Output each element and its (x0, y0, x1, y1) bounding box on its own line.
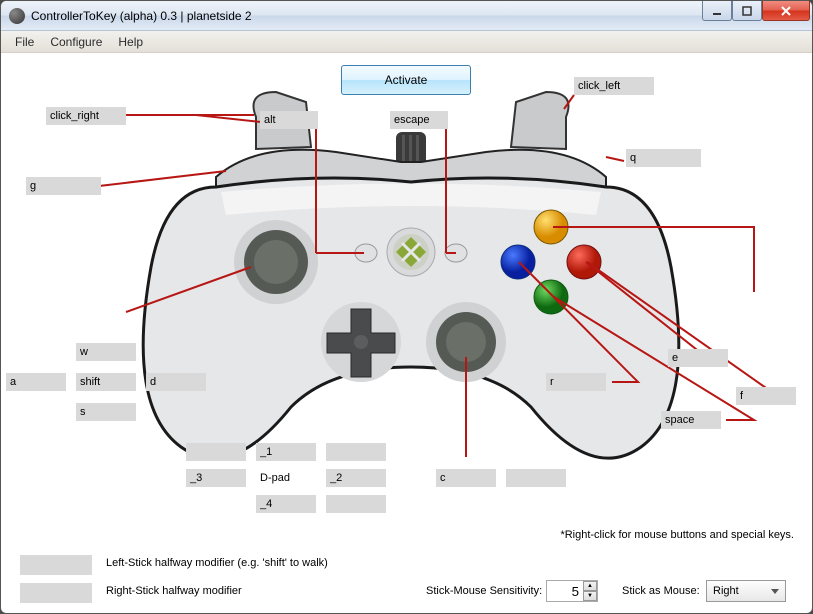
lstick-right-field[interactable] (146, 373, 206, 391)
dpad-label: D-pad (260, 469, 300, 487)
main-area: Activate (6, 57, 806, 611)
right-mod-field[interactable] (20, 583, 92, 603)
dpad-right-field[interactable] (326, 469, 386, 487)
lstick-shift-field[interactable] (76, 373, 136, 391)
sens-spinner-down[interactable]: ▼ (583, 591, 597, 601)
right-mod-label: Right-Stick halfway modifier (106, 585, 242, 597)
sens-label: Stick-Mouse Sensitivity: (426, 585, 542, 597)
dpad-down-field[interactable] (256, 495, 316, 513)
mouse-combo-value: Right (713, 585, 739, 597)
hint-text: *Right-click for mouse buttons and speci… (560, 529, 794, 541)
app-icon (9, 8, 25, 24)
alt-field[interactable] (260, 111, 318, 129)
escape-field[interactable] (390, 111, 448, 129)
rstick-c-field[interactable] (436, 469, 496, 487)
window: ControllerToKey (alpha) 0.3 | planetside… (0, 0, 813, 614)
right-shoulder-field[interactable] (626, 149, 701, 167)
close-icon (780, 6, 792, 16)
lstick-down-field[interactable] (76, 403, 136, 421)
dpad-up-field[interactable] (256, 443, 316, 461)
lstick-up-field[interactable] (76, 343, 136, 361)
face-a-field[interactable] (661, 411, 721, 429)
window-controls (702, 1, 810, 21)
window-title: ControllerToKey (alpha) 0.3 | planetside… (31, 9, 252, 23)
titlebar: ControllerToKey (alpha) 0.3 | planetside… (1, 1, 812, 31)
sens-spinner-up[interactable]: ▲ (583, 581, 597, 591)
lstick-left-field[interactable] (6, 373, 66, 391)
sens-wrapper: ▲ ▼ (546, 580, 598, 602)
dpad-downright-field[interactable] (326, 495, 386, 513)
maximize-button[interactable] (732, 1, 762, 21)
controller-image (106, 87, 706, 467)
dpad-upleft-field[interactable] (186, 443, 246, 461)
maximize-icon (742, 6, 752, 16)
rstick-blank-field[interactable] (506, 469, 566, 487)
left-mod-label: Left-Stick halfway modifier (e.g. 'shift… (106, 557, 328, 569)
minimize-button[interactable] (702, 1, 732, 21)
menu-help[interactable]: Help (110, 33, 151, 51)
menubar: File Configure Help (1, 31, 812, 53)
left-mod-field[interactable] (20, 555, 92, 575)
mouse-combo[interactable]: Right (706, 580, 786, 602)
right-trigger-field[interactable] (574, 77, 654, 95)
sens-spinner[interactable]: ▲ ▼ (583, 581, 597, 601)
minimize-icon (712, 6, 722, 16)
menu-configure[interactable]: Configure (42, 33, 110, 51)
face-b-field[interactable] (736, 387, 796, 405)
mouse-label: Stick as Mouse: (622, 585, 700, 597)
dpad-upright-field[interactable] (326, 443, 386, 461)
face-e-field[interactable] (668, 349, 728, 367)
close-button[interactable] (762, 1, 810, 21)
menu-file[interactable]: File (7, 33, 42, 51)
left-trigger-field[interactable] (46, 107, 126, 125)
face-x-field[interactable] (546, 373, 606, 391)
dpad-left-field[interactable] (186, 469, 246, 487)
left-shoulder-field[interactable] (26, 177, 101, 195)
